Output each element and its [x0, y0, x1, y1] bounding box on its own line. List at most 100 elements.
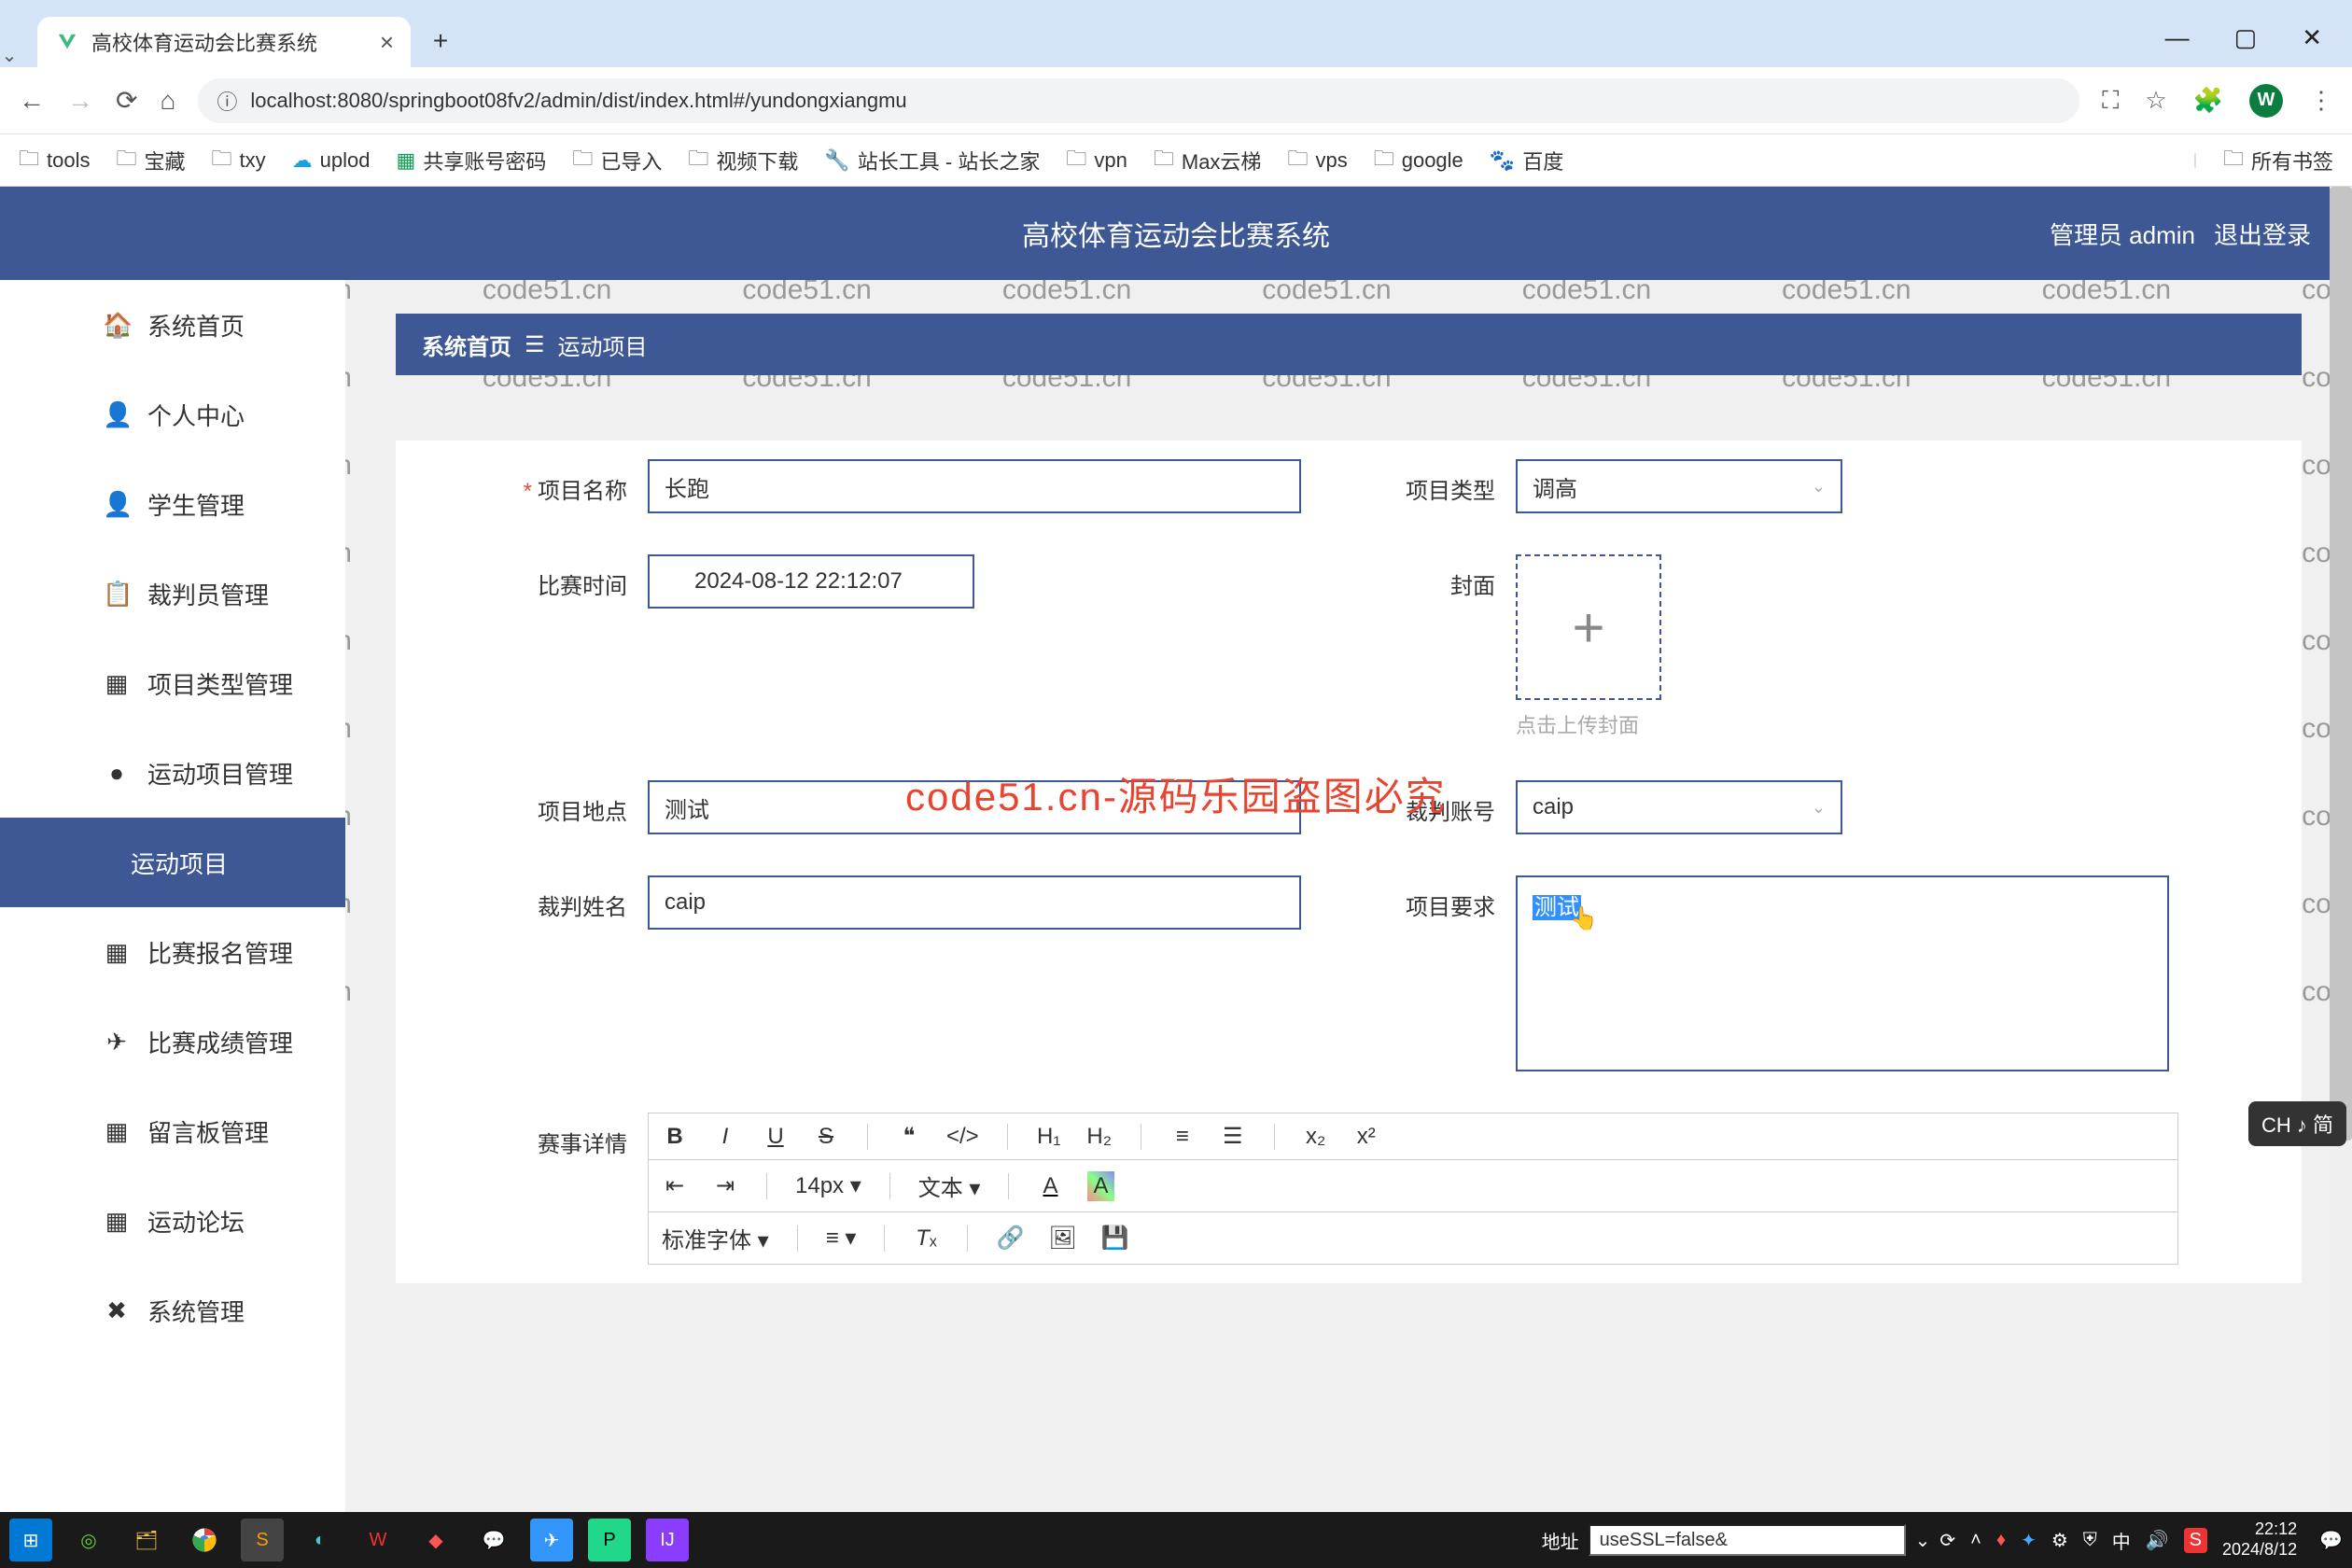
- sidebar-item-sport-projects[interactable]: ●运动项目管理: [0, 728, 345, 818]
- ime-badge[interactable]: CH ♪ 简: [2248, 1101, 2346, 1146]
- back-icon[interactable]: ←: [19, 86, 45, 116]
- h1-icon[interactable]: H₁: [1036, 1124, 1062, 1150]
- bookmark-item[interactable]: 🗀vps: [1287, 143, 1347, 178]
- kebab-menu-icon[interactable]: ⋮: [2309, 86, 2333, 115]
- code-icon[interactable]: </>: [946, 1124, 979, 1150]
- notification-icon[interactable]: 💬: [2319, 1529, 2343, 1552]
- select-judge-account[interactable]: caip⌄: [1516, 780, 1842, 834]
- wechat-icon[interactable]: 💬: [472, 1519, 515, 1561]
- edge-icon[interactable]: ◎: [67, 1519, 110, 1561]
- underline-icon[interactable]: U: [763, 1124, 789, 1150]
- bookmark-item[interactable]: 🗀google: [1374, 143, 1463, 178]
- sidebar-item-forum[interactable]: ▦运动论坛: [0, 1176, 345, 1266]
- input-judge-name[interactable]: [648, 875, 1301, 930]
- sidebar-item-messages[interactable]: ▦留言板管理: [0, 1086, 345, 1176]
- image-icon[interactable]: 🖼: [1048, 1225, 1076, 1252]
- italic-icon[interactable]: I: [712, 1124, 738, 1150]
- start-icon[interactable]: ⊞: [9, 1519, 52, 1561]
- font-family-select[interactable]: 标准字体 ▾: [662, 1222, 769, 1254]
- input-project-name[interactable]: [648, 459, 1301, 513]
- maximize-icon[interactable]: ▢: [2234, 23, 2258, 52]
- sidebar-item-home[interactable]: 🏠系统首页: [0, 280, 345, 370]
- align-icon[interactable]: ≡ ▾: [826, 1225, 857, 1252]
- bookmark-item[interactable]: 🗀txy: [212, 143, 266, 178]
- tab-close-icon[interactable]: ×: [380, 28, 394, 57]
- superscript-icon[interactable]: x²: [1353, 1124, 1379, 1150]
- bookmark-item[interactable]: 🐾百度: [1490, 146, 1563, 175]
- font-size-select[interactable]: 14px ▾: [795, 1172, 861, 1199]
- bookmark-item[interactable]: 🗀vpn: [1066, 143, 1127, 178]
- logout-link[interactable]: 退出登录: [2214, 217, 2311, 251]
- home-icon[interactable]: ⌂: [160, 86, 175, 116]
- bookmark-item[interactable]: ☁uplod: [292, 148, 371, 173]
- tray-icon[interactable]: ⚙: [2051, 1529, 2068, 1552]
- h2-icon[interactable]: H₂: [1086, 1124, 1113, 1150]
- bookmark-item[interactable]: 🗀宝藏: [117, 143, 186, 178]
- tray-sogou-icon[interactable]: S: [2184, 1528, 2207, 1553]
- lens-icon[interactable]: ⛶: [2102, 86, 2119, 116]
- list-unordered-icon[interactable]: ☰: [1220, 1123, 1246, 1150]
- addr-refresh-icon[interactable]: ⟳: [1939, 1529, 1955, 1552]
- tray-lang-icon[interactable]: 中: [2112, 1527, 2131, 1554]
- sidebar-item-profile[interactable]: 👤个人中心: [0, 370, 345, 459]
- tray-up-icon[interactable]: ˄: [1970, 1530, 1981, 1551]
- text-type-select[interactable]: 文本 ▾: [918, 1169, 981, 1202]
- close-window-icon[interactable]: ✕: [2302, 23, 2322, 52]
- select-project-type[interactable]: 调高⌄: [1516, 459, 1842, 513]
- reload-icon[interactable]: ⟳: [116, 85, 137, 116]
- tray-icon[interactable]: ♦: [1996, 1530, 2006, 1551]
- page-scrollbar[interactable]: [2330, 187, 2352, 1512]
- bookmark-item[interactable]: 🗀已导入: [572, 143, 662, 178]
- sidebar-item-system[interactable]: ✖系统管理: [0, 1266, 345, 1355]
- save-icon[interactable]: 💾: [1101, 1225, 1129, 1252]
- sublime-icon[interactable]: S: [241, 1519, 284, 1561]
- app-icon[interactable]: ◆: [414, 1519, 457, 1561]
- list-ordered-icon[interactable]: ≡: [1169, 1124, 1196, 1150]
- dingtalk-icon[interactable]: ✈: [530, 1519, 573, 1561]
- quote-icon[interactable]: ❝: [896, 1123, 922, 1150]
- all-bookmarks-button[interactable]: 🗀所有书签: [2223, 143, 2333, 178]
- sidebar-item-students[interactable]: 👤学生管理: [0, 459, 345, 549]
- input-match-time[interactable]: [648, 554, 974, 609]
- forward-icon[interactable]: →: [67, 86, 93, 116]
- minimize-icon[interactable]: —: [2165, 23, 2190, 52]
- explorer-icon[interactable]: 🗂: [125, 1519, 168, 1561]
- sidebar-item-sport-project-active[interactable]: 运动项目: [0, 818, 345, 907]
- bookmark-item[interactable]: 🗀tools: [19, 143, 91, 178]
- tray-icon[interactable]: ✦: [2021, 1529, 2037, 1552]
- extensions-icon[interactable]: 🧩: [2193, 86, 2223, 115]
- tray-icon[interactable]: ⛨: [2083, 1530, 2097, 1551]
- breadcrumb-home[interactable]: 系统首页: [422, 329, 511, 361]
- bg-color-icon[interactable]: A: [1087, 1171, 1113, 1201]
- profile-avatar[interactable]: W: [2249, 84, 2283, 118]
- strike-icon[interactable]: S: [813, 1124, 839, 1150]
- wps-icon[interactable]: W: [357, 1519, 399, 1561]
- pycharm-icon[interactable]: P: [588, 1519, 631, 1561]
- new-tab-button[interactable]: +: [422, 26, 459, 56]
- chrome-icon[interactable]: [183, 1519, 226, 1561]
- taskbar-address-input[interactable]: [1589, 1524, 1906, 1556]
- upload-cover-button[interactable]: +: [1516, 554, 1661, 700]
- sidebar-item-judges[interactable]: 📋裁判员管理: [0, 549, 345, 638]
- sidebar-item-registration[interactable]: ▦比赛报名管理: [0, 907, 345, 997]
- bookmark-item[interactable]: 🗀Max云梯: [1154, 143, 1262, 178]
- scroll-thumb[interactable]: [2330, 187, 2352, 1141]
- taskbar-clock[interactable]: 22:12 2024/8/12: [2222, 1519, 2304, 1560]
- sidebar-item-project-types[interactable]: ▦项目类型管理: [0, 638, 345, 728]
- sidebar-item-results[interactable]: ✈比赛成绩管理: [0, 997, 345, 1086]
- subscript-icon[interactable]: x₂: [1303, 1124, 1329, 1150]
- bookmark-star-icon[interactable]: ☆: [2145, 86, 2166, 115]
- browser2-icon[interactable]: ◐: [299, 1519, 342, 1561]
- bold-icon[interactable]: B: [662, 1124, 688, 1150]
- bookmark-item[interactable]: 🔧站长工具 - 站长之家: [824, 146, 1040, 175]
- text-color-icon[interactable]: A: [1037, 1173, 1063, 1199]
- url-input[interactable]: ⓘ localhost:8080/springboot08fv2/admin/d…: [198, 78, 2079, 123]
- link-icon[interactable]: 🔗: [996, 1225, 1024, 1252]
- browser-tab[interactable]: 高校体育运动会比赛系统 ×: [37, 17, 411, 67]
- bookmark-item[interactable]: 🗀视频下载: [688, 143, 798, 178]
- indent-left-icon[interactable]: ⇤: [662, 1172, 688, 1199]
- bookmark-item[interactable]: ▦共享账号密码: [397, 146, 547, 175]
- indent-right-icon[interactable]: ⇥: [712, 1172, 738, 1199]
- site-info-icon[interactable]: ⓘ: [217, 86, 237, 116]
- addr-dropdown-icon[interactable]: ⌄: [1915, 1529, 1931, 1552]
